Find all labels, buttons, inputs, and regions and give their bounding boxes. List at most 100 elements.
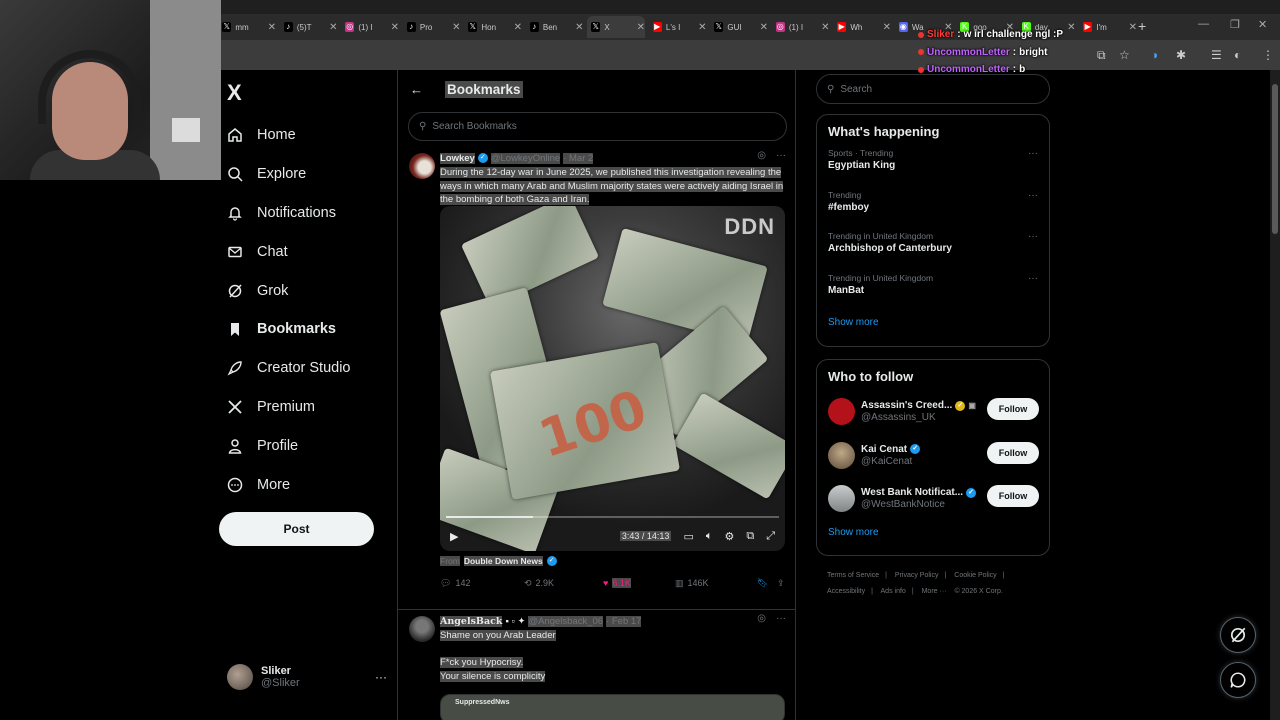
global-search[interactable]: ⚲ [816,74,1050,104]
star-icon[interactable]: ☆ [1119,48,1130,62]
browser-tab[interactable]: ▶ L's I ✕ [649,16,707,38]
tweet-more-icon[interactable]: ··· [776,150,786,161]
from-source[interactable]: Double Down News [463,556,543,566]
grok-explain-icon[interactable]: ◎ [757,150,766,161]
media-icon[interactable]: ☰ [1211,48,1222,62]
nav-grok[interactable]: Grok [227,271,351,310]
tweet-date[interactable]: · Feb 17 [606,615,642,627]
maximize-icon[interactable]: ❐ [1230,18,1240,31]
tab-close-icon[interactable]: ✕ [821,22,829,33]
minimize-icon[interactable]: — [1198,18,1209,30]
browser-tab[interactable]: ◎ (1) I ✕ [772,16,830,38]
tab-close-icon[interactable]: ✕ [637,22,645,33]
trend-item[interactable]: Sports · Trending Egyptian King ··· [817,145,1049,187]
nav-premium[interactable]: Premium [227,388,351,427]
nav-more[interactable]: More [227,465,351,504]
messages-fab[interactable] [1220,662,1256,698]
trend-more-icon[interactable]: ··· [1028,273,1038,284]
follow-button[interactable]: Follow [987,485,1039,507]
search-input[interactable] [840,83,1031,95]
browser-tab[interactable]: ◎ (1) I ✕ [341,16,399,38]
tab-close-icon[interactable]: ✕ [575,22,583,33]
footer-link[interactable]: Cookie Policy [954,572,996,579]
tweet-date[interactable]: · Mar 2 [563,152,594,164]
video-progress-bar[interactable] [446,516,779,518]
tweet-author-name[interactable]: AngelsBack [440,615,503,627]
post-button[interactable]: Post [219,512,374,546]
nav-creator-studio[interactable]: Creator Studio [227,349,351,388]
tab-close-icon[interactable]: ✕ [1129,22,1137,33]
tab-close-icon[interactable]: ✕ [1067,22,1075,33]
browser-tab[interactable]: ▶ Wh ✕ [833,16,891,38]
tweet-angelsback[interactable]: AngelsBack ▪ ▫ ✦ @Angelsback_06 · Feb 17… [398,613,795,720]
browser-tab[interactable]: ♪ Pro ✕ [403,16,461,38]
x-logo[interactable]: X [227,80,242,106]
volume-icon[interactable]: 🔈︎ [706,530,713,543]
share-icon[interactable]: ⇪ [777,578,785,589]
footer-link[interactable]: Accessibility [827,588,865,595]
bookmarks-search-input[interactable] [432,121,753,132]
settings-gear-icon[interactable]: ⚙ [724,530,734,543]
like-button[interactable]: ♥ 6.1K [603,578,675,588]
nav-profile[interactable]: Profile [227,426,351,465]
footer-link[interactable]: More ··· [922,588,947,595]
footer-link[interactable]: Ads info [881,588,906,595]
new-tab-icon[interactable]: + [1138,18,1146,34]
extension-icon[interactable]: ◗ [1152,48,1159,62]
puzzle-icon[interactable]: ✱ [1176,48,1186,62]
captions-icon[interactable]: ▭ [683,530,693,543]
window-close-icon[interactable]: ✕ [1258,18,1267,31]
video-player[interactable]: 100 DDN ▶ 3:43 / 14:13 ▭ 🔈︎ ⚙ ⧉ ⤢ [440,206,785,551]
trends-show-more-link[interactable]: Show more [817,311,1049,341]
browser-tab[interactable]: 𝕏 GUI ✕ [710,16,768,38]
media-preview[interactable]: SuppressedNws [440,694,785,720]
tab-close-icon[interactable]: ✕ [883,22,891,33]
tweet-author-handle[interactable]: @LowkeyOnline [490,152,561,164]
tab-close-icon[interactable]: ✕ [268,22,276,33]
account-switcher[interactable]: Sliker @Sliker ··· [227,662,387,692]
profile-icon[interactable]: ◐ [1234,48,1241,62]
bookmark-filled-icon[interactable]: 🔖︎ [757,578,777,589]
tab-close-icon[interactable]: ✕ [391,22,399,33]
reply-button[interactable]: 💬︎ 142 [440,578,524,589]
browser-tab[interactable]: ▶ I'm ✕ [1079,16,1137,38]
grok-fab[interactable] [1220,617,1256,653]
trend-item[interactable]: Trending #femboy ··· [817,187,1049,229]
footer-link[interactable]: Privacy Policy [895,572,939,579]
nav-home[interactable]: Home [227,116,351,155]
tab-close-icon[interactable]: ✕ [514,22,522,33]
tweet-author-handle[interactable]: @Angelsback_06 [528,615,604,627]
repost-button[interactable]: ⟲ 2.9K [524,578,603,589]
nav-notifications[interactable]: Notifications [227,194,351,233]
browser-tab[interactable]: ♪ (5)T ✕ [280,16,338,38]
tweet-more-icon[interactable]: ··· [776,613,786,624]
page-scrollbar[interactable] [1270,70,1280,720]
trend-more-icon[interactable]: ··· [1028,231,1038,242]
follow-show-more-link[interactable]: Show more [817,521,1049,551]
tweet-avatar[interactable] [409,153,435,179]
pip-icon[interactable]: ⧉ [746,530,754,543]
browser-tab[interactable]: 𝕏 X ✕ [587,16,645,38]
tab-close-icon[interactable]: ✕ [698,22,706,33]
tweet-avatar[interactable] [409,616,435,642]
account-more-icon[interactable]: ··· [375,670,387,684]
back-arrow-icon[interactable]: ← [410,82,423,97]
fullscreen-icon[interactable]: ⤢ [766,530,775,543]
install-icon[interactable]: ⧉ [1097,48,1106,63]
scrollbar-thumb[interactable] [1272,84,1278,234]
browser-tab[interactable]: 𝕏 Hon ✕ [464,16,522,38]
browser-menu-icon[interactable]: ⋮ [1262,48,1274,62]
tab-close-icon[interactable]: ✕ [452,22,460,33]
footer-link[interactable]: Terms of Service [827,572,879,579]
play-icon[interactable]: ▶ [450,530,458,543]
nav-explore[interactable]: Explore [227,155,351,194]
tab-close-icon[interactable]: ✕ [329,22,337,33]
follow-suggestion[interactable]: Kai Cenat ✓ @KaiCenat Follow [817,434,1049,478]
browser-tab[interactable]: 𝕏mm ✕ [218,16,276,38]
nav-chat[interactable]: Chat [227,232,351,271]
follow-button[interactable]: Follow [987,398,1039,420]
trend-item[interactable]: Trending in United Kingdom ManBat ··· [817,270,1049,312]
tweet-author-name[interactable]: Lowkey [440,152,475,164]
trend-item[interactable]: Trending in United Kingdom Archbishop of… [817,228,1049,270]
follow-suggestion[interactable]: West Bank Notificat... ✓ @WestBankNotice … [817,477,1049,521]
